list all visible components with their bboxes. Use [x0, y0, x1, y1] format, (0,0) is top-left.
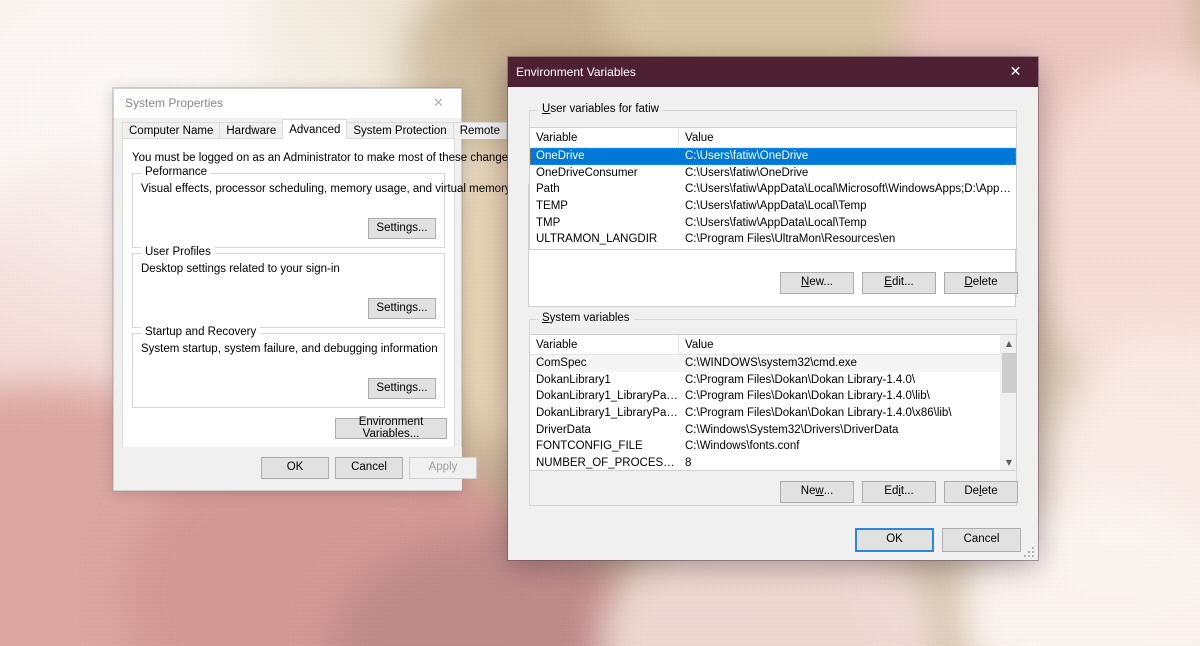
column-header-value[interactable]: Value — [679, 335, 1016, 354]
group-user-profiles-title: User Profiles — [141, 246, 215, 258]
tab-remote[interactable]: Remote — [452, 122, 507, 139]
cell-value: C:\Users\fatiw\AppData\Local\Microsoft\W… — [685, 183, 1016, 196]
group-startup-recovery-description: System startup, system failure, and debu… — [141, 343, 438, 355]
column-header-variable[interactable]: Variable — [530, 335, 679, 354]
group-performance-title: Peformance — [141, 166, 212, 178]
tab-system-protection[interactable]: System Protection — [346, 122, 454, 139]
user-new-button[interactable]: New... — [780, 272, 854, 294]
group-system-variables-title: System variables — [538, 312, 634, 324]
cell-value: C:\Program Files\Dokan\Dokan Library-1.4… — [685, 373, 916, 386]
table-row[interactable]: ComSpec C:\WINDOWS\system32\cmd.exe — [530, 355, 1016, 372]
tab-computer-name[interactable]: Computer Name — [122, 122, 221, 139]
group-startup-recovery: Startup and Recovery System startup, sys… — [132, 326, 445, 408]
user-profiles-settings-button[interactable]: Settings... — [368, 298, 436, 319]
cell-value: 8 — [685, 456, 692, 469]
startup-recovery-settings-button[interactable]: Settings... — [368, 378, 436, 399]
cell-value: C:\Users\fatiw\OneDrive — [685, 150, 809, 163]
table-row[interactable]: OneDriveConsumer C:\Users\fatiw\OneDrive — [530, 165, 1016, 182]
system-properties-title: System Properties — [125, 96, 224, 110]
cell-value: C:\Program Files\Dokan\Dokan Library-1.4… — [685, 407, 952, 420]
cell-value: C:\Program Files\Dokan\Dokan Library-1.4… — [685, 390, 930, 403]
cell-value: C:\Users\fatiw\OneDrive — [685, 166, 809, 179]
column-header-value[interactable]: Value — [679, 128, 1016, 147]
cell-variable: OneDriveConsumer — [536, 166, 638, 179]
chevron-down-icon[interactable]: ▼ — [1001, 454, 1016, 470]
system-variables-scrollbar[interactable]: ▲ ▼ — [1000, 335, 1016, 470]
cell-variable: NUMBER_OF_PROCESSORS — [536, 456, 679, 469]
cell-variable: DokanLibrary1 — [536, 373, 611, 386]
cell-value: C:\Windows\fonts.conf — [685, 440, 800, 453]
cell-variable: Path — [536, 183, 560, 196]
cancel-button[interactable]: Cancel — [335, 457, 403, 479]
close-icon[interactable]: ✕ — [993, 57, 1038, 87]
cell-variable: TEMP — [536, 200, 568, 213]
environment-variables-window[interactable]: Environment Variables ✕ User variables f… — [508, 57, 1038, 560]
cell-value: C:\WINDOWS\system32\cmd.exe — [685, 357, 857, 370]
table-row[interactable]: NUMBER_OF_PROCESSORS 8 — [530, 455, 1016, 470]
admin-note: You must be logged on as an Administrato… — [132, 152, 518, 164]
table-row[interactable]: FONTCONFIG_FILE C:\Windows\fonts.conf — [530, 438, 1016, 455]
scrollbar-thumb[interactable] — [1002, 353, 1016, 393]
cell-value: C:\Users\fatiw\AppData\Local\Temp — [685, 216, 867, 229]
table-row[interactable]: Path C:\Users\fatiw\AppData\Local\Micros… — [530, 181, 1016, 198]
cell-value: C:\Program Files\UltraMon\Resources\en — [685, 233, 896, 246]
cancel-button[interactable]: Cancel — [942, 528, 1021, 552]
cell-variable: DokanLibrary1_LibraryPath_... — [536, 407, 679, 420]
table-row[interactable]: OneDrive C:\Users\fatiw\OneDrive — [530, 148, 1016, 165]
system-edit-button[interactable]: Ed i t... — [862, 481, 936, 503]
system-properties-window[interactable]: System Properties ✕ Computer Name Hardwa… — [113, 88, 517, 491]
cell-value: C:\Windows\System32\Drivers\DriverData — [685, 423, 899, 436]
table-row[interactable]: TMP C:\Users\fatiw\AppData\Local\Temp — [530, 214, 1016, 231]
cell-variable: OneDrive — [536, 150, 585, 163]
group-performance: Peformance Visual effects, processor sch… — [132, 166, 511, 248]
resize-grip-icon[interactable] — [1023, 546, 1035, 558]
desktop: System Properties ✕ Computer Name Hardwa… — [0, 0, 1200, 646]
system-variables-header: Variable Value — [530, 335, 1016, 355]
table-row[interactable]: DokanLibrary1_LibraryPath_... C:\Program… — [530, 405, 1016, 422]
cell-variable: FONTCONFIG_FILE — [536, 440, 643, 453]
user-delete-button[interactable]: Delete — [944, 272, 1018, 294]
environment-variables-title: Environment Variables — [516, 65, 636, 79]
user-variables-listview[interactable]: Variable Value OneDrive C:\Users\fatiw\O… — [529, 127, 1017, 250]
user-variables-header: Variable Value — [530, 128, 1016, 148]
cell-variable: DriverData — [536, 423, 591, 436]
user-edit-button[interactable]: Edit... — [862, 272, 936, 294]
system-delete-button[interactable]: De l ete — [944, 481, 1018, 503]
table-row[interactable]: DriverData C:\Windows\System32\Drivers\D… — [530, 421, 1016, 438]
system-properties-titlebar[interactable]: System Properties ✕ — [114, 89, 461, 118]
tab-hardware[interactable]: Hardware — [219, 122, 284, 139]
system-new-button[interactable]: Ne w... — [780, 481, 854, 503]
apply-button: Apply — [409, 457, 477, 479]
environment-variables-button[interactable]: Environment Variables... — [335, 416, 447, 439]
group-startup-recovery-title: Startup and Recovery — [141, 326, 261, 338]
cell-variable: TMP — [536, 216, 561, 229]
system-properties-footer: OK Cancel Apply — [115, 447, 477, 489]
group-user-profiles: User Profiles Desktop settings related t… — [132, 246, 445, 328]
table-row[interactable]: DokanLibrary1 C:\Program Files\Dokan\Dok… — [530, 372, 1016, 389]
cell-variable: ComSpec — [536, 357, 587, 370]
system-properties-tabstrip[interactable]: Computer Name Hardware Advanced System P… — [122, 119, 507, 139]
group-performance-description: Visual effects, processor scheduling, me… — [141, 183, 511, 195]
cell-variable: ULTRAMON_LANGDIR — [536, 233, 658, 246]
cell-value: C:\Users\fatiw\AppData\Local\Temp — [685, 200, 867, 213]
chevron-up-icon[interactable]: ▲ — [1001, 335, 1016, 351]
group-user-profiles-description: Desktop settings related to your sign-in — [141, 263, 340, 275]
environment-variables-titlebar[interactable]: Environment Variables ✕ — [508, 57, 1038, 87]
system-variables-listview[interactable]: Variable Value ComSpec C:\WINDOWS\system… — [529, 334, 1017, 471]
cell-variable: DokanLibrary1_LibraryPath_... — [536, 390, 679, 403]
column-header-variable[interactable]: Variable — [530, 128, 679, 147]
performance-settings-button[interactable]: Settings... — [368, 218, 436, 239]
ok-button[interactable]: OK — [855, 528, 934, 552]
tab-advanced[interactable]: Advanced — [282, 119, 348, 139]
table-row[interactable]: ULTRAMON_LANGDIR C:\Program Files\UltraM… — [530, 231, 1016, 248]
table-row[interactable]: DokanLibrary1_LibraryPath_... C:\Program… — [530, 388, 1016, 405]
close-icon[interactable]: ✕ — [416, 89, 461, 118]
table-row[interactable]: TEMP C:\Users\fatiw\AppData\Local\Temp — [530, 198, 1016, 215]
ok-button[interactable]: OK — [261, 457, 329, 479]
group-user-variables-title: User variables for fatiw — [538, 103, 663, 115]
